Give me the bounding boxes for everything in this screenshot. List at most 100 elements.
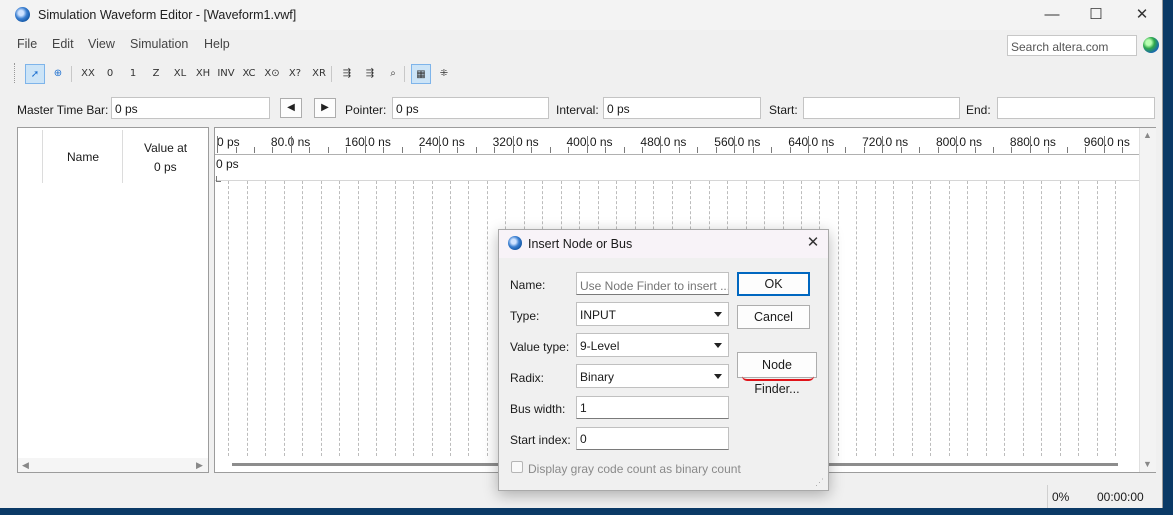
signal-row-separator — [215, 180, 1139, 181]
pointer-field[interactable]: 0 ps — [392, 97, 549, 119]
menu-view[interactable]: View — [88, 37, 115, 51]
minor-tick — [919, 147, 921, 153]
forcing-unknown-icon[interactable]: XX — [78, 64, 98, 84]
app-icon — [508, 236, 522, 250]
grid-settings-icon[interactable]: ⇶ — [360, 64, 380, 84]
grid-line — [948, 181, 950, 456]
status-divider — [1047, 485, 1048, 508]
red-annotation-underline — [742, 376, 814, 381]
minor-tick — [641, 147, 643, 153]
scroll-left-icon[interactable]: ◀ — [22, 460, 29, 471]
arbitrary-value-icon[interactable]: XR — [309, 64, 329, 84]
interval-label: Interval: — [556, 103, 599, 117]
chevron-down-icon — [714, 343, 722, 348]
minor-tick — [993, 147, 994, 153]
weak-high-icon[interactable]: XH — [193, 64, 213, 84]
node-finder-button[interactable]: Node Finder... — [737, 352, 817, 396]
grid-line — [394, 181, 396, 456]
minor-tick — [494, 147, 496, 153]
grid-line — [1078, 181, 1080, 456]
snap-to-grid-icon[interactable]: ⇶ — [337, 64, 357, 84]
menu-edit[interactable]: Edit — [52, 37, 74, 51]
timebar-toggle-icon[interactable]: ▦ — [411, 64, 431, 84]
menu-file[interactable]: File — [17, 37, 37, 51]
grid-line — [911, 181, 913, 456]
scroll-down-icon[interactable]: ▼ — [1143, 459, 1152, 469]
node-name-input[interactable] — [576, 272, 729, 295]
group-icon[interactable]: ⁜ — [434, 64, 454, 84]
app-icon — [15, 7, 30, 22]
window-title: Simulation Waveform Editor - [Waveform1.… — [38, 8, 297, 22]
node-list-panel[interactable] — [17, 127, 209, 473]
pointer-tool-icon[interactable]: ➚ — [25, 64, 45, 84]
value-column-header[interactable]: Value at — [144, 141, 187, 155]
menu-help[interactable]: Help — [204, 37, 230, 51]
minor-tick — [568, 147, 569, 153]
scroll-right-icon[interactable]: ▶ — [196, 460, 203, 471]
interval-field[interactable]: 0 ps — [603, 97, 761, 119]
count-value-icon[interactable]: XC — [239, 64, 259, 84]
waveform-vertical-scrollbar[interactable] — [1139, 128, 1156, 472]
dialog-close-icon[interactable]: ✕ — [800, 232, 826, 254]
zoom-tool-icon[interactable]: ⊕ — [48, 64, 68, 84]
minimize-button[interactable]: — — [1037, 4, 1067, 26]
gray-code-checkbox[interactable] — [511, 461, 523, 473]
grid-line — [246, 181, 248, 456]
resize-grip-icon[interactable]: ⋰ — [815, 477, 825, 487]
forcing-low-icon[interactable]: 0 — [100, 64, 120, 84]
clock-icon[interactable]: X⊙ — [262, 64, 282, 84]
grid-line — [302, 181, 304, 456]
bus-width-input[interactable]: 1 — [576, 396, 729, 419]
weak-low-icon[interactable]: XL — [170, 64, 190, 84]
value-type-select[interactable]: 9-Level — [576, 333, 729, 357]
elapsed-time-status: 00:00:00 — [1097, 490, 1144, 504]
radix-select[interactable]: Binary — [576, 364, 729, 388]
minor-tick — [605, 147, 606, 153]
grid-line — [837, 181, 839, 456]
chevron-down-icon — [714, 312, 722, 317]
grid-line — [1059, 181, 1061, 456]
close-button[interactable]: ✕ — [1127, 4, 1157, 26]
start-field[interactable] — [803, 97, 960, 119]
grid-line — [486, 181, 488, 456]
end-field[interactable] — [997, 97, 1155, 119]
ok-button[interactable]: OK — [737, 272, 810, 296]
node-finder-tool-icon[interactable]: ⌕ — [383, 64, 403, 84]
major-tick — [438, 136, 440, 153]
minor-tick — [974, 147, 976, 153]
type-select[interactable]: INPUT — [576, 302, 729, 326]
major-tick — [217, 136, 218, 153]
minor-tick — [863, 147, 865, 153]
chevron-down-icon — [714, 374, 722, 379]
major-tick — [1029, 136, 1031, 153]
cancel-button[interactable]: Cancel — [737, 305, 810, 329]
previous-transition-button[interactable]: ◀ — [280, 98, 302, 118]
maximize-button[interactable]: ☐ — [1081, 4, 1111, 26]
name-column-header[interactable]: Name — [67, 150, 99, 164]
start-index-input[interactable]: 0 — [576, 427, 729, 450]
random-values-icon[interactable]: X? — [285, 64, 305, 84]
globe-icon[interactable] — [1143, 37, 1159, 53]
high-impedance-icon[interactable]: Z — [146, 64, 166, 84]
forcing-high-icon[interactable]: 1 — [123, 64, 143, 84]
toolbar-separator — [71, 66, 72, 82]
master-time-bar-field[interactable]: 0 ps — [111, 97, 270, 119]
node-list-scrollbar[interactable] — [18, 458, 208, 472]
toolbar-grip[interactable] — [14, 63, 17, 83]
major-tick — [734, 136, 736, 153]
invert-icon[interactable]: INV — [216, 64, 236, 84]
menu-simulation[interactable]: Simulation — [130, 37, 188, 51]
time-bar-marker[interactable] — [216, 176, 221, 182]
grid-line — [431, 181, 433, 456]
scroll-up-icon[interactable]: ▲ — [1143, 130, 1152, 140]
major-tick — [882, 136, 884, 153]
minor-tick — [789, 147, 791, 153]
search-input[interactable]: Search altera.com — [1007, 35, 1137, 56]
major-tick — [956, 136, 957, 153]
minor-tick — [1085, 147, 1087, 153]
minor-tick — [771, 147, 773, 153]
grid-line — [893, 181, 895, 456]
grid-line — [228, 181, 230, 456]
desktop-background-right — [1162, 0, 1173, 515]
next-transition-button[interactable]: ▶ — [314, 98, 336, 118]
